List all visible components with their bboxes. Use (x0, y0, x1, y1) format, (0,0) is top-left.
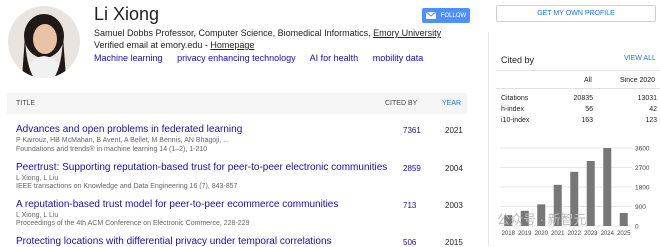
follow-label: FOLLOW (440, 12, 467, 19)
publication-title-link[interactable]: Advances and open problems in federated … (16, 124, 242, 135)
interest-link[interactable]: AI for health (310, 53, 359, 63)
y-tick-label: 2700 (635, 165, 650, 172)
research-interests: Machine learning privacy enhancing techn… (94, 53, 435, 63)
homepage-link[interactable]: Homepage (210, 40, 254, 50)
publication-venue: Proceedings of the 4th ACM Conference on… (16, 220, 250, 227)
publication-year: 2021 (445, 126, 463, 135)
chart-bar-2023[interactable] (586, 161, 595, 226)
publication-authors: P Kairouz, HB McMahan, B Avent, A Bellet… (16, 137, 229, 144)
title-column-header[interactable]: TITLE (16, 100, 35, 107)
publication-title-link[interactable]: Protecting locations with differential p… (16, 236, 332, 247)
citations-all: 20835 (573, 95, 593, 102)
h-index-since: 42 (649, 106, 657, 113)
publication-year: 2004 (445, 164, 463, 173)
x-tick-label: 2022 (568, 231, 582, 237)
y-tick-label: 3600 (635, 146, 650, 153)
publication-authors: L Xiong, L Liu (16, 175, 59, 182)
publication-year: 2003 (445, 201, 463, 210)
citation-count-link[interactable]: 7361 (403, 126, 421, 135)
since-column-header: Since 2020 (620, 77, 656, 84)
citations-since: 13031 (637, 95, 657, 102)
affiliation: Samuel Dobbs Professor, Computer Science… (94, 28, 441, 38)
y-tick-label: 900 (635, 204, 646, 211)
citation-count-link[interactable]: 713 (403, 201, 416, 210)
chart-bar-2024[interactable] (603, 148, 612, 226)
email-icon (425, 12, 436, 19)
avatar[interactable] (8, 6, 80, 78)
interest-link[interactable]: privacy enhancing technology (177, 53, 296, 63)
y-tick-label: 0 (635, 224, 639, 231)
citations-per-year-chart: 3600 2700 1800 900 0 2018 2019 2020 2021 2022 2023… (500, 146, 650, 237)
watermark: 公众号 · 新智元 (497, 212, 587, 227)
view-all-link[interactable]: VIEW ALL (624, 55, 656, 62)
divider (496, 70, 660, 71)
x-tick-label: 2019 (518, 231, 532, 237)
publication-title-link[interactable]: Peertrust: Supporting reputation-based t… (16, 162, 387, 173)
h-index-all: 56 (585, 106, 593, 113)
institution-link[interactable]: Emory University (373, 28, 441, 38)
interest-link[interactable]: Machine learning (94, 53, 163, 63)
verified-email: Verified email at emory.edu - Homepage (94, 40, 254, 50)
all-column-header: All (584, 77, 592, 84)
citation-count-link[interactable]: 2859 (403, 164, 421, 173)
panel-divider (488, 32, 489, 246)
cited-by-title: Cited by (501, 55, 535, 65)
publication-authors: L Xiong, L Liu (16, 212, 59, 219)
i10-index-label: i10-index (501, 117, 530, 124)
x-tick-label: 2025 (617, 231, 631, 237)
interest-link[interactable]: mobility data (373, 53, 424, 63)
get-my-own-profile-button[interactable]: GET MY OWN PROFILE (496, 5, 656, 22)
profile-name: Li Xiong (94, 4, 160, 24)
x-tick-label: 2021 (551, 231, 565, 237)
publications-table-header: TITLE CITED BY YEAR (7, 93, 467, 114)
y-tick-label: 1800 (635, 185, 650, 192)
h-index-label: h-index (501, 106, 524, 113)
cited-by-column-header[interactable]: CITED BY (385, 100, 417, 107)
publication-venue: IEEE transactions on Knowledge and Data … (16, 183, 238, 190)
year-column-header[interactable]: YEAR (442, 100, 461, 107)
publication-title-link[interactable]: A reputation-based trust model for peer-… (16, 199, 338, 210)
x-tick-label: 2023 (584, 231, 598, 237)
i10-index-since: 123 (645, 117, 657, 124)
x-tick-label: 2020 (535, 231, 549, 237)
chart-bar-2025[interactable] (619, 213, 628, 226)
profile-photo (8, 6, 80, 78)
citations-label: Citations (501, 95, 529, 102)
divider (496, 88, 660, 89)
i10-index-all: 163 (581, 117, 593, 124)
follow-button[interactable]: FOLLOW (422, 8, 470, 23)
affiliation-text: Samuel Dobbs Professor, Computer Science… (94, 28, 374, 38)
x-tick-label: 2018 (502, 231, 516, 237)
x-tick-label: 2024 (601, 231, 615, 237)
verified-text: Verified email at emory.edu - (94, 40, 211, 50)
publication-venue: Foundations and trends® in machine learn… (16, 146, 208, 153)
